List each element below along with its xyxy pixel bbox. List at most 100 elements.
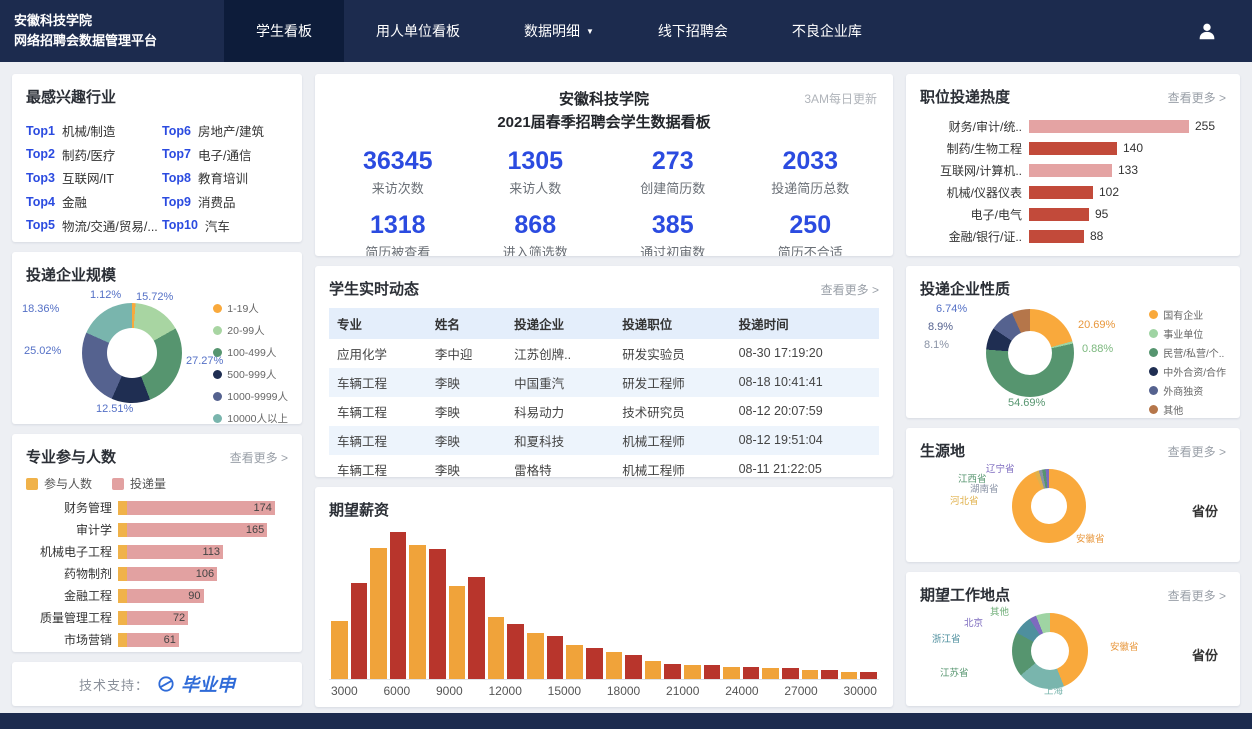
- card-title: 最感兴趣行业: [26, 86, 116, 107]
- user-icon[interactable]: [1192, 16, 1222, 46]
- nav-item-3[interactable]: 线下招聘会: [626, 0, 760, 62]
- activity-cell: 和夏科技: [506, 426, 614, 455]
- stat-value: 36345: [329, 147, 467, 176]
- logo-line1: 安徽科技学院: [14, 11, 206, 31]
- heat-value: 88: [1090, 229, 1103, 243]
- heat-value: 95: [1095, 207, 1108, 221]
- salary-bar: [409, 545, 426, 680]
- legend-item[interactable]: 10000人以上: [213, 411, 288, 424]
- donut-percent-label: 8.9%: [928, 321, 953, 333]
- applications-bar-segment: 174: [127, 501, 275, 515]
- stat-label: 投递简历总数: [742, 178, 880, 197]
- legend-label: 参与人数: [44, 475, 92, 492]
- salary-bar: [841, 672, 858, 680]
- activity-cell: 李映: [427, 368, 506, 397]
- nav-item-label: 用人单位看板: [376, 21, 460, 41]
- major-value: 113: [203, 546, 224, 558]
- legend-swatch: [112, 478, 124, 490]
- legend-item[interactable]: 1-19人: [213, 301, 288, 316]
- legend-label: 其他: [1163, 402, 1183, 417]
- stat-label: 简历不合适: [742, 242, 880, 256]
- legend-item[interactable]: 事业单位: [1149, 326, 1226, 341]
- legend-swatch: [26, 478, 38, 490]
- legend-item[interactable]: 中外合资/合作: [1149, 364, 1226, 379]
- legend-dot: [213, 414, 222, 423]
- legend-item[interactable]: 外商独资: [1149, 383, 1226, 398]
- legend-item[interactable]: 国有企业: [1149, 307, 1226, 322]
- activity-cell: 李中迎: [427, 339, 506, 368]
- industry-label: 房地产/建筑: [198, 121, 264, 140]
- more-link[interactable]: 查看更多 >: [1168, 587, 1226, 604]
- biyeshen-logo[interactable]: 毕业申: [181, 671, 235, 697]
- salary-bar: [704, 665, 721, 679]
- legend-item[interactable]: 1000-9999人: [213, 389, 288, 404]
- legend-dot: [213, 326, 222, 335]
- activity-cell: 08-12 20:07:59: [731, 397, 879, 426]
- heat-bar-row: 金融/银行/证..88: [920, 225, 1226, 247]
- card-work-location: 期望工作地点 查看更多 > 其他 北京 浙江省 江苏省 安徽省 上海 省份: [906, 572, 1240, 706]
- heat-bar: [1029, 186, 1093, 199]
- axis-tick-label: 18000: [607, 684, 640, 698]
- applications-bar-segment: 165: [127, 523, 267, 537]
- industry-rank: Top5: [26, 218, 55, 232]
- industry-label: 互联网/IT: [62, 168, 114, 187]
- series-name: 省份: [1192, 645, 1218, 664]
- salary-bar: [449, 586, 466, 679]
- heat-bar: [1029, 142, 1117, 155]
- nav-item-1[interactable]: 用人单位看板: [344, 0, 492, 62]
- salary-axis: 3000600090001200015000180002100024000270…: [329, 684, 879, 698]
- activity-cell: 08-18 10:41:41: [731, 368, 879, 397]
- dashboard-title-line1: 安徽科技学院: [329, 88, 879, 111]
- salary-bar: [743, 667, 760, 679]
- nav-item-0[interactable]: 学生看板: [224, 0, 344, 62]
- legend-item[interactable]: 参与人数: [26, 475, 92, 492]
- activity-row: 应用化学李中迎江苏创牌..研发实验员08-30 17:19:20: [329, 339, 879, 368]
- stat-cell: 273创建简历数: [604, 147, 742, 197]
- stat-value: 385: [604, 211, 742, 240]
- salary-bar: [802, 670, 819, 679]
- legend-label: 事业单位: [1163, 326, 1203, 341]
- app-logo: 安徽科技学院 网络招聘会数据管理平台: [0, 0, 224, 62]
- legend-dot: [213, 348, 222, 357]
- legend-item[interactable]: 其他: [1149, 402, 1226, 417]
- donut-label: 河北省: [950, 493, 979, 507]
- heat-bar-row: 财务/审计/统..255: [920, 115, 1226, 137]
- more-link[interactable]: 查看更多 >: [1168, 443, 1226, 460]
- activity-cell: 车辆工程: [329, 397, 427, 426]
- donut-label: 安徽省: [1110, 639, 1139, 653]
- content-area: 最感兴趣行业 Top1机械/制造Top2制药/医疗Top3互联网/ITTop4金…: [0, 62, 1252, 713]
- major-bars: 财务管理174审计学165机械电子工程113药物制剂106金融工程90质量管理工…: [26, 500, 288, 647]
- participants-bar-segment: [118, 567, 127, 581]
- activity-table: 专业姓名投递企业投递职位投递时间 应用化学李中迎江苏创牌..研发实验员08-30…: [329, 308, 879, 478]
- more-link[interactable]: 查看更多 >: [230, 449, 288, 466]
- update-note: 3AM每日更新: [804, 90, 877, 107]
- top-navbar: 安徽科技学院 网络招聘会数据管理平台 学生看板 用人单位看板 数据明细▼线下招聘会不…: [0, 0, 1252, 62]
- legend-item[interactable]: 100-499人: [213, 345, 288, 360]
- more-link[interactable]: 查看更多 >: [821, 281, 879, 298]
- salary-bar: [684, 665, 701, 679]
- company-size-legend: 1-19人 20-99人 100-499人 500-999人 1000-9999人 100…: [213, 301, 288, 424]
- nav-item-2[interactable]: 数据明细▼: [492, 0, 626, 62]
- stat-value: 868: [467, 211, 605, 240]
- origin-donut: [1012, 469, 1086, 543]
- donut-percent-label: 8.1%: [924, 339, 949, 351]
- donut-label: 辽宁省: [986, 461, 1015, 475]
- major-value: 61: [164, 634, 179, 646]
- more-link[interactable]: 查看更多 >: [1168, 89, 1226, 106]
- legend-item[interactable]: 投递量: [112, 475, 166, 492]
- activity-cell: 车辆工程: [329, 426, 427, 455]
- donut-label: 浙江省: [932, 631, 961, 645]
- card-title: 学生实时动态: [329, 278, 419, 299]
- legend-item[interactable]: 民营/私营/个..: [1149, 345, 1226, 360]
- industry-rank: Top9: [162, 195, 191, 209]
- work-location-chart: 其他 北京 浙江省 江苏省 安徽省 上海 省份: [920, 607, 1226, 695]
- navbar-right: [1192, 0, 1252, 62]
- stats-grid: 36345来访次数1305来访人数273创建简历数2033投递简历总数1318简…: [329, 147, 879, 256]
- industry-item: Top5物流/交通/贸易/...: [26, 213, 162, 237]
- legend-item[interactable]: 500-999人: [213, 367, 288, 382]
- legend-label: 1-19人: [227, 301, 259, 316]
- legend-item[interactable]: 20-99人: [213, 323, 288, 338]
- nav-item-4[interactable]: 不良企业库: [760, 0, 894, 62]
- card-overview-stats: 3AM每日更新 安徽科技学院 2021届春季招聘会学生数据看板 36345来访次…: [315, 74, 893, 256]
- donut-label: 安徽省: [1076, 531, 1105, 545]
